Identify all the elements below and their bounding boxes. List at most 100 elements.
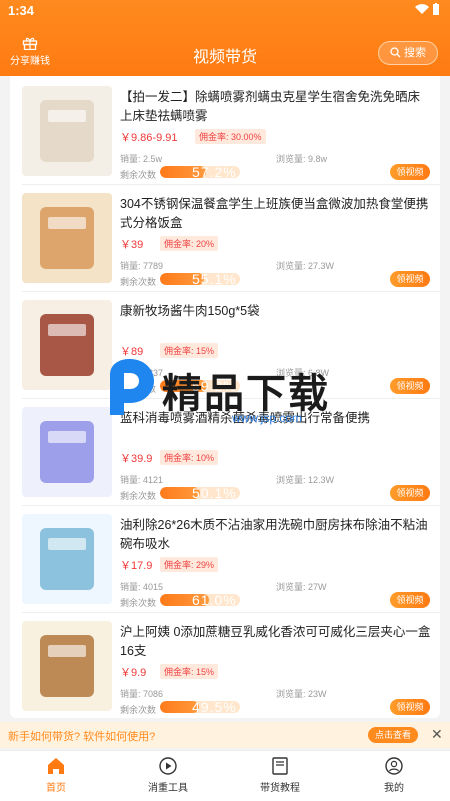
sales-value: 4015 [143,582,164,592]
remaining-label: 剩余次数 [120,598,157,608]
sales-value: 2.5w [143,154,163,164]
product-thumbnail[interactable] [22,407,112,497]
views-value: 27.3W [308,261,335,271]
sales-value: 4121 [143,475,164,485]
sales-count: 销量: 7789 [120,259,163,272]
views-count: 浏览量: 12.3W [276,473,334,486]
remaining-label: 剩余次数 [120,491,157,501]
views-prefix: 浏览量: [276,261,309,271]
views-prefix: 浏览量: [276,154,309,164]
product-thumbnail[interactable] [22,514,112,604]
views-count: 浏览量: 27.3W [276,259,334,272]
views-count: 浏览量: 23W [276,687,327,700]
product-title[interactable]: 沪上阿姨 0添加蔗糖豆乳威化香浓可可威化三层夹心一盒16支 [120,623,432,661]
commission-badge: 佣金率: 29% [160,557,219,572]
product-price: ￥9.9 [120,667,147,679]
status-icons [414,3,440,18]
watermark-url: www.jsp.com [232,411,303,425]
commission-badge: 佣金率: 10% [160,450,219,465]
product-price: ￥17.9 [120,560,153,572]
sales-value: 7789 [143,261,164,271]
sales-count: 销量: 4121 [120,473,163,486]
views-count: 浏览量: 27W [276,580,327,593]
get-video-button[interactable]: 领视频 [390,271,430,287]
sales-count: 销量: 4015 [120,580,163,593]
product-title[interactable]: 304不锈钢保温餐盒学生上班族便当盒微波加热食堂便携式分格饭盒 [120,195,432,233]
sales-count: 销量: 2.5w [120,152,162,165]
views-prefix: 浏览量: [276,689,309,699]
commission-value: 15% [196,667,215,677]
product-card[interactable]: 【拍一发二】除螨喷雾剂螨虫克星学生宿舍免洗免晒床上床垫祛螨喷雾 ￥9.86-9.… [10,80,440,187]
book-icon [272,757,288,775]
commission-value: 10% [196,453,215,463]
card-divider [22,612,440,613]
home-icon [48,758,64,774]
get-video-button[interactable]: 领视频 [390,485,430,501]
sales-prefix: 销量: [120,582,144,592]
views-value: 23W [308,689,327,699]
watermark-logo-icon [110,359,154,415]
status-bar: 1:34 [0,0,450,22]
views-prefix: 浏览量: [276,582,309,592]
remaining-label: 剩余次数 [120,170,157,180]
nav-label-home: 首页 [46,783,66,794]
sales-prefix: 销量: [120,475,144,485]
commission-prefix: 佣金率: [164,667,197,677]
remaining-percent: 61.0% [192,592,237,608]
product-title[interactable]: 【拍一发二】除螨喷雾剂螨虫克星学生宿舍免洗免晒床上床垫祛螨喷雾 [120,88,432,126]
views-value: 12.3W [308,475,335,485]
search-icon [390,47,401,58]
get-video-button[interactable]: 领视频 [390,164,430,180]
product-card[interactable]: 沪上阿姨 0添加蔗糖豆乳威化香浓可可威化三层夹心一盒16支 ￥9.9 佣金率: … [10,615,440,718]
sales-count: 销量: 7086 [120,687,163,700]
card-divider [22,184,440,185]
tip-view-button[interactable]: 点击查看 [368,727,418,743]
search-button[interactable]: 搜索 [378,41,438,65]
tip-banner: 新手如何带货? 软件如何使用? 点击查看 ✕ [0,722,450,748]
views-prefix: 浏览量: [276,475,309,485]
nav-label-dedupe-tool: 消重工具 [148,783,188,794]
product-title[interactable]: 康新牧场酱牛肉150g*5袋 [120,302,432,340]
get-video-button[interactable]: 领视频 [390,378,430,394]
status-time: 1:34 [8,3,35,18]
header-bar: 1:34 分享赚钱 视频带货 搜索 [0,0,450,76]
play-circle-icon [159,757,177,775]
card-divider [22,505,440,506]
product-card[interactable]: 304不锈钢保温餐盒学生上班族便当盒微波加热食堂便携式分格饭盒 ￥39 佣金率:… [10,187,440,294]
product-thumbnail[interactable] [22,86,112,176]
product-thumbnail[interactable] [22,300,112,390]
sales-prefix: 销量: [120,154,144,164]
commission-prefix: 佣金率: [164,453,197,463]
commission-prefix: 佣金率: [164,239,197,249]
product-card[interactable]: 油利除26*26木质不沾油家用洗碗巾厨房抹布除油不粘油碗布吸水 ￥17.9 佣金… [10,508,440,615]
product-thumbnail[interactable] [22,621,112,711]
views-value: 9.8w [308,154,328,164]
sales-prefix: 销量: [120,689,144,699]
tip-text: 新手如何带货? 软件如何使用? [8,731,156,743]
sales-value: 7086 [143,689,164,699]
nav-item-dedupe-tool[interactable]: 消重工具 [128,756,208,794]
product-thumbnail[interactable] [22,193,112,283]
commission-prefix: 佣金率: [199,132,232,142]
commission-badge: 佣金率: 20% [160,236,219,251]
wifi-icon [414,4,429,15]
views-count: 浏览量: 9.8w [276,152,327,165]
get-video-button[interactable]: 领视频 [390,592,430,608]
remaining-percent: 57.2% [192,164,237,180]
watermark: 精品下载 www.jsp.com [102,355,362,435]
close-icon[interactable]: ✕ [431,726,443,743]
product-price: ￥9.86-9.91 [120,132,178,144]
remaining-label: 剩余次数 [120,277,157,287]
commission-badge: 佣金率: 15% [160,664,219,679]
views-value: 27W [308,582,327,592]
nav-item-home[interactable]: 首页 [16,756,96,794]
user-icon [385,757,403,775]
remaining-percent: 55.1% [192,271,237,287]
commission-value: 30.00% [231,132,262,142]
bottom-nav: 首页 消重工具 带货教程 我的 [0,750,450,801]
get-video-button[interactable]: 领视频 [390,699,430,715]
nav-item-mine[interactable]: 我的 [354,756,434,794]
nav-item-tutorial[interactable]: 带货教程 [240,756,320,794]
product-title[interactable]: 油利除26*26木质不沾油家用洗碗巾厨房抹布除油不粘油碗布吸水 [120,516,432,554]
commission-value: 29% [196,560,215,570]
